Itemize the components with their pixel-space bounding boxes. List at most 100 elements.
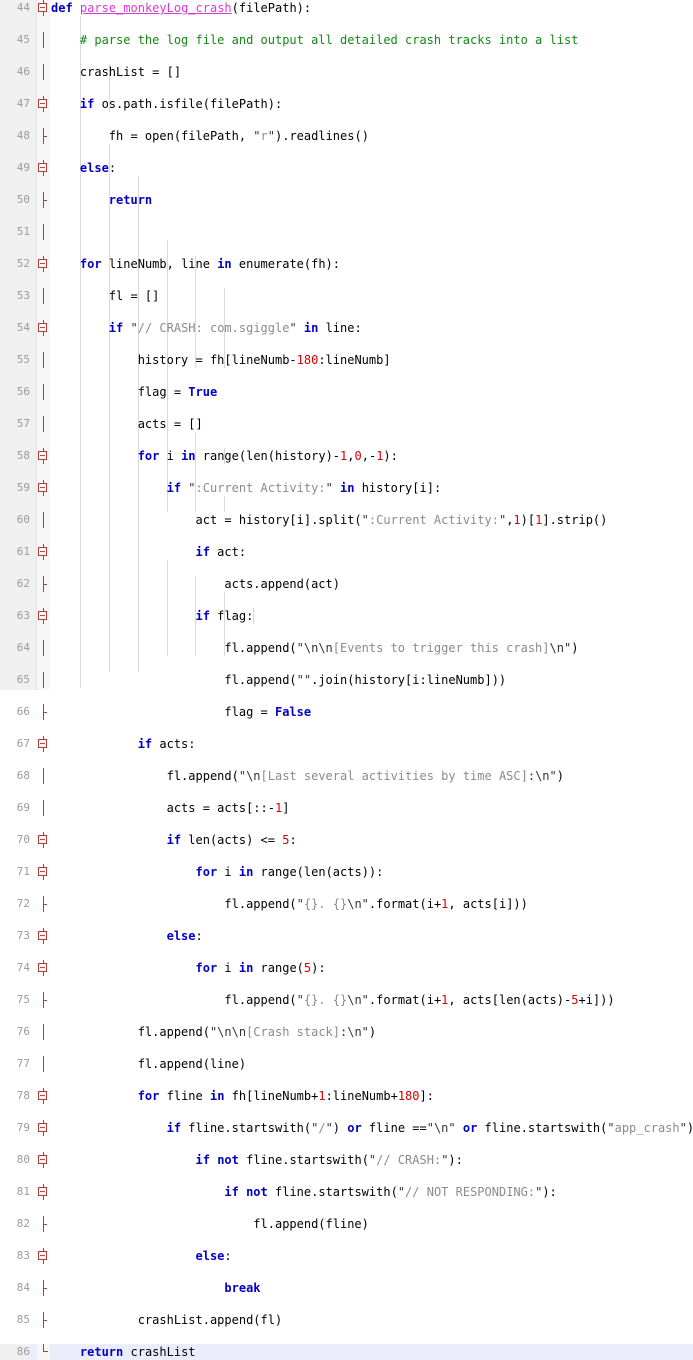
- code-text: for i in range(len(history)-1,0,-1):: [51, 448, 398, 464]
- fold-toggle-icon[interactable]: [37, 736, 50, 752]
- code-token-q: ": [296, 897, 304, 911]
- code-line[interactable]: 75 fl.append("{}. {}\n".format(i+1, acts…: [0, 992, 693, 1008]
- code-line[interactable]: 44 def parse_monkeyLog_crash(filePath):: [0, 0, 693, 16]
- code-line[interactable]: 57 acts = []: [0, 416, 693, 432]
- code-lines-container[interactable]: 44 def parse_monkeyLog_crash(filePath): 45…: [0, 0, 693, 1360]
- fold-toggle-icon[interactable]: [37, 608, 50, 624]
- fold-toggle-icon[interactable]: [37, 480, 50, 496]
- code-text: for lineNumb, line in enumerate(fh):: [51, 256, 340, 272]
- code-line[interactable]: 70 if len(acts) <= 5:: [0, 832, 693, 848]
- code-line[interactable]: 74 for i in range(5):: [0, 960, 693, 976]
- fold-toggle-icon[interactable]: [37, 96, 50, 112]
- code-line[interactable]: 47 if os.path.isfile(filePath):: [0, 96, 693, 112]
- code-line[interactable]: 46 crashList = []: [0, 64, 693, 80]
- code-token-pl: :lineNumb]: [318, 353, 391, 367]
- code-line[interactable]: 77 fl.append(line): [0, 1056, 693, 1072]
- code-line[interactable]: 67 if acts:: [0, 736, 693, 752]
- code-text: fl.append("{}. {}\n".format(i+1, acts[le…: [51, 992, 615, 1008]
- code-line[interactable]: 48 fh = open(filePath, "r").readlines(): [0, 128, 693, 144]
- code-line[interactable]: 83 else:: [0, 1248, 693, 1264]
- code-token-pl: fl = []: [51, 289, 160, 303]
- code-line[interactable]: 84 break: [0, 1280, 693, 1296]
- fold-guide-line-icon: [37, 512, 50, 528]
- code-line[interactable]: 49 else:: [0, 160, 693, 176]
- code-token-pl: , acts[i])): [448, 897, 528, 911]
- code-line[interactable]: 76 fl.append("\n\n[Crash stack]:\n"): [0, 1024, 693, 1040]
- fold-toggle-icon[interactable]: [37, 1088, 50, 1104]
- code-line[interactable]: 73 else:: [0, 928, 693, 944]
- line-number: 68: [16, 769, 30, 782]
- code-line[interactable]: 81 if not fline.startswith("// NOT RESPO…: [0, 1184, 693, 1200]
- line-number: 51: [16, 225, 30, 238]
- line-number: 44: [16, 1, 30, 14]
- code-line[interactable]: 53 fl = []: [0, 288, 693, 304]
- code-token-pl: +i])): [578, 993, 615, 1007]
- fold-toggle-icon[interactable]: [37, 832, 50, 848]
- code-line[interactable]: 51: [0, 224, 693, 240]
- code-token-kw: in: [238, 961, 254, 975]
- code-line[interactable]: 85 crashList.append(fl): [0, 1312, 693, 1328]
- code-line[interactable]: 58 for i in range(len(history)-1,0,-1):: [0, 448, 693, 464]
- code-line[interactable]: 55 history = fh[lineNumb-180:lineNumb]: [0, 352, 693, 368]
- code-token-q: ": [535, 1185, 543, 1199]
- code-text: fl.append(fline): [51, 1216, 369, 1232]
- code-token-q: ": [361, 513, 369, 527]
- fold-toggle-icon[interactable]: [37, 1184, 50, 1200]
- fold-toggle-icon[interactable]: [37, 960, 50, 976]
- code-line[interactable]: 82 fl.append(fline): [0, 1216, 693, 1232]
- code-line[interactable]: 45 # parse the log file and output all d…: [0, 32, 693, 48]
- code-line[interactable]: 60 act = history[i].split(":Current Acti…: [0, 512, 693, 528]
- fold-toggle-icon[interactable]: [37, 1120, 50, 1136]
- code-line[interactable]: 63 if flag:: [0, 608, 693, 624]
- code-token-pl: i: [159, 449, 182, 463]
- code-token-pl: ): [368, 1025, 377, 1039]
- code-token-q: ": [289, 321, 297, 335]
- code-text: if acts:: [51, 736, 196, 752]
- code-line[interactable]: 64 fl.append("\n\n[Events to trigger thi…: [0, 640, 693, 656]
- fold-toggle-icon[interactable]: [37, 1248, 50, 1264]
- code-line[interactable]: 54 if "// CRASH: com.sgiggle" in line:: [0, 320, 693, 336]
- fold-toggle-icon[interactable]: [37, 0, 50, 16]
- fold-toggle-icon[interactable]: [37, 864, 50, 880]
- code-token-pl: acts = acts[::-: [51, 801, 275, 815]
- code-line[interactable]: 56 flag = True: [0, 384, 693, 400]
- code-text: fl.append(line): [51, 1056, 246, 1072]
- code-token-str: {}. {}: [303, 993, 348, 1007]
- code-editor[interactable]: 44 def parse_monkeyLog_crash(filePath): 45…: [0, 0, 693, 1360]
- code-line[interactable]: 71 for i in range(len(acts)):: [0, 864, 693, 880]
- code-line[interactable]: 61 if act:: [0, 544, 693, 560]
- code-line[interactable]: 79 if fline.startswith("/") or fline =="…: [0, 1120, 693, 1136]
- code-token-kw: for: [79, 257, 102, 271]
- fold-toggle-icon[interactable]: [37, 256, 50, 272]
- fold-toggle-icon[interactable]: [37, 1152, 50, 1168]
- code-token-q: "\n": [426, 1121, 456, 1135]
- fold-toggle-icon[interactable]: [37, 928, 50, 944]
- code-line[interactable]: 72 fl.append("{}. {}\n".format(i+1, acts…: [0, 896, 693, 912]
- fold-toggle-icon[interactable]: [37, 544, 50, 560]
- fold-toggle-icon[interactable]: [37, 320, 50, 336]
- code-line[interactable]: 62 acts.append(act): [0, 576, 693, 592]
- line-number: 49: [16, 161, 30, 174]
- code-line[interactable]: 86 return crashList: [0, 1344, 693, 1360]
- fold-toggle-icon[interactable]: [37, 160, 50, 176]
- code-line[interactable]: 68 fl.append("\n[Last several activities…: [0, 768, 693, 784]
- code-line[interactable]: 66 flag = False: [0, 704, 693, 720]
- line-number: 46: [16, 65, 30, 78]
- code-line[interactable]: 78 for fline in fh[lineNumb+1:lineNumb+1…: [0, 1088, 693, 1104]
- code-line[interactable]: 52 for lineNumb, line in enumerate(fh):: [0, 256, 693, 272]
- code-token-kw: in: [238, 865, 254, 879]
- code-line[interactable]: 80 if not fline.startswith("// CRASH:"):: [0, 1152, 693, 1168]
- code-line[interactable]: 59 if ":Current Activity:" in history[i]…: [0, 480, 693, 496]
- code-line[interactable]: 65 fl.append("".join(history[i:lineNumb]…: [0, 672, 693, 688]
- code-line[interactable]: 69 acts = acts[::-1]: [0, 800, 693, 816]
- code-text: acts = []: [51, 416, 203, 432]
- line-number: 80: [16, 1153, 30, 1166]
- code-line[interactable]: 50 return: [0, 192, 693, 208]
- fold-toggle-icon[interactable]: [37, 448, 50, 464]
